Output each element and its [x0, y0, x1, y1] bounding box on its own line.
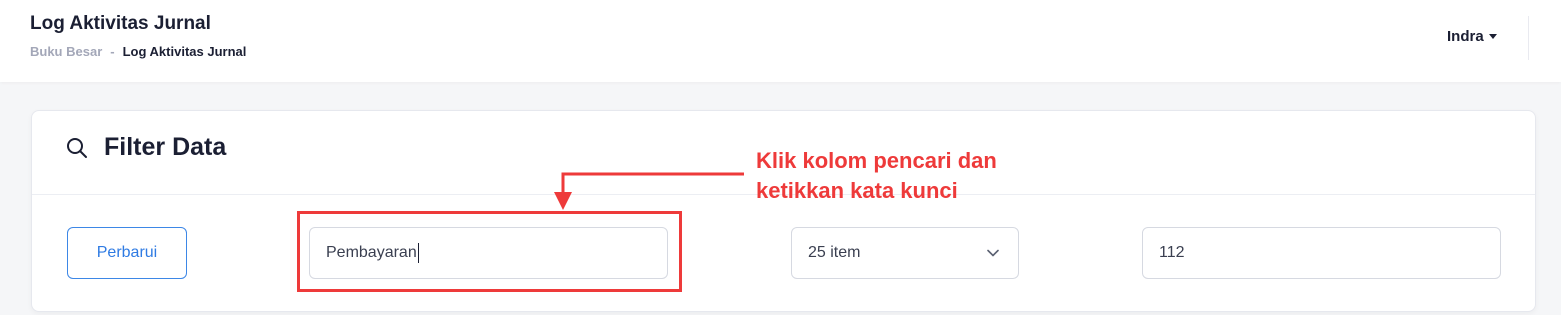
page-header: Log Aktivitas Jurnal Buku Besar - Log Ak…: [0, 0, 1561, 82]
per-page-value: 25 item: [808, 244, 861, 261]
annotation-text: Klik kolom pencari dan ketikkan kata kun…: [756, 146, 997, 206]
caret-down-icon: [1488, 34, 1497, 39]
breadcrumb-separator: -: [110, 44, 115, 59]
annotation-highlight-box: [297, 211, 682, 292]
breadcrumb-item-buku-besar[interactable]: Buku Besar: [30, 44, 102, 59]
filter-card: Filter Data Perbarui Pembayaran 25 item …: [31, 110, 1536, 312]
page-number-input[interactable]: 112: [1142, 227, 1501, 279]
breadcrumb: Buku Besar - Log Aktivitas Jurnal: [30, 44, 246, 59]
chevron-down-icon: [987, 249, 999, 257]
search-icon: [67, 138, 87, 158]
page-title: Log Aktivitas Jurnal: [30, 13, 211, 34]
user-name: Indra: [1447, 28, 1484, 45]
annotation-arrow-icon: [554, 172, 744, 210]
user-menu-dropdown[interactable]: Indra: [1447, 28, 1497, 45]
header-divider: [1528, 16, 1529, 60]
filter-title: Filter Data: [104, 133, 227, 161]
breadcrumb-item-current: Log Aktivitas Jurnal: [122, 44, 247, 59]
page-number-value: 112: [1159, 244, 1185, 261]
annotation-line-2: ketikkan kata kunci: [756, 178, 958, 203]
refresh-button[interactable]: Perbarui: [67, 227, 187, 279]
annotation-line-1: Klik kolom pencari dan: [756, 148, 997, 173]
per-page-select[interactable]: 25 item: [791, 227, 1019, 279]
